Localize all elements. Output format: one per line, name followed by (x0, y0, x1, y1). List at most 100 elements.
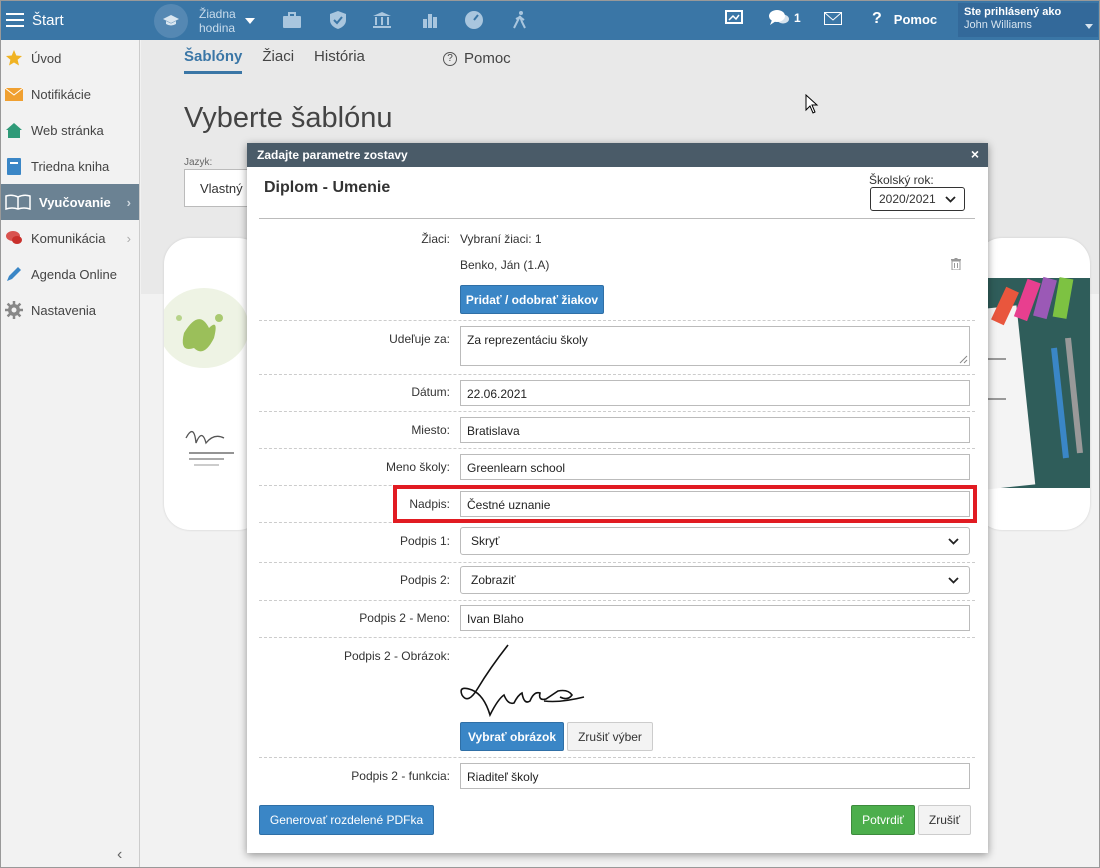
divider (259, 411, 975, 412)
cancel-button[interactable]: Zrušiť (918, 805, 971, 835)
page-title: Vyberte šablónu (184, 102, 393, 134)
messages-button[interactable]: 1 (768, 9, 801, 27)
bar-chart-icon[interactable] (418, 8, 442, 32)
briefcase-icon[interactable] (280, 8, 304, 32)
chevron-down-icon (948, 537, 959, 545)
tab-help-label: Pomoc (464, 50, 511, 67)
school-year-select[interactable]: 2020/2021 (870, 187, 965, 211)
signature-image (460, 644, 585, 718)
divider (259, 600, 975, 601)
resize-handle-icon[interactable] (959, 355, 968, 364)
top-bar: Štart Žiadna hodina 1 ? Pomoc Ste prihlá… (0, 0, 1100, 40)
divider (259, 374, 975, 375)
signature2-select[interactable]: Zobraziť (460, 566, 970, 594)
open-book-icon (5, 193, 31, 211)
sidebar-item-komunikacia[interactable]: Komunikácia › (0, 220, 139, 256)
screen-cast-icon[interactable] (724, 9, 744, 27)
date-input[interactable]: 22.06.2021 (460, 380, 970, 406)
selected-students-count: Vybraní žiaci: 1 (460, 232, 542, 246)
start-menu-button[interactable]: Štart (0, 0, 140, 40)
tab-help-link[interactable]: ? Pomoc (443, 50, 511, 67)
sidebar-item-web[interactable]: Web stránka (0, 112, 139, 148)
highlight-box (393, 485, 977, 523)
sidebar-item-triedna-kniha[interactable]: Triedna kniha (0, 148, 139, 184)
school-year-value: 2020/2021 (879, 192, 936, 206)
signature2-value: Zobraziť (471, 573, 516, 587)
chat-icon (5, 229, 23, 247)
signature1-label: Podpis 1: (399, 534, 450, 548)
lesson-line2: hodina (199, 21, 236, 35)
signature1-select[interactable]: Skryť (460, 527, 970, 555)
template-card[interactable] (976, 238, 1090, 530)
envelope-icon (5, 85, 23, 103)
lesson-selector[interactable]: Žiadna hodina (154, 4, 255, 38)
help-circle-icon: ? (443, 51, 457, 66)
signature2-function-label: Podpis 2 - funkcia: (351, 769, 450, 783)
sidebar-item-vyucovanie[interactable]: Vyučovanie › (0, 184, 139, 220)
sidebar-item-label: Notifikácie (31, 86, 91, 102)
sidebar-item-agenda-online[interactable]: Agenda Online (0, 256, 139, 292)
tab-bar: Šablóny Žiaci História (184, 48, 385, 74)
signature2-function-input[interactable]: Riaditeľ školy (460, 763, 970, 789)
tab-ziaci[interactable]: Žiaci (262, 48, 294, 71)
trash-icon[interactable] (951, 258, 961, 270)
select-image-button[interactable]: Vybrať obrázok (460, 722, 564, 751)
hamburger-icon (6, 13, 24, 27)
confirm-button[interactable]: Potvrdiť (851, 805, 915, 835)
school-year-label: Školský rok: (869, 173, 934, 187)
signature2-image-label: Podpis 2 - Obrázok: (343, 649, 450, 663)
signature2-name-label: Podpis 2 - Meno: (359, 611, 450, 625)
messages-count: 1 (794, 11, 801, 25)
lesson-line1: Žiadna (199, 7, 236, 21)
close-icon[interactable]: × (971, 146, 979, 162)
collapse-sidebar-icon[interactable]: ‹ (117, 846, 122, 864)
awarded-for-textarea[interactable]: Za reprezentáciu školy (460, 326, 970, 366)
user-name: John Williams (964, 19, 1032, 31)
chat-bubbles-icon (769, 10, 789, 25)
help-button[interactable]: ? Pomoc (872, 10, 937, 28)
students-label: Žiaci: (421, 232, 450, 246)
signature2-name-input[interactable]: Ivan Blaho (460, 605, 970, 631)
place-input[interactable]: Bratislava (460, 417, 970, 443)
language-label: Jazyk: (184, 157, 213, 168)
sidebar-item-notifikacie[interactable]: Notifikácie (0, 76, 139, 112)
walking-person-icon[interactable] (508, 8, 532, 32)
shield-icon[interactable] (326, 8, 350, 32)
mail-icon[interactable] (824, 12, 842, 25)
logged-in-label: Ste prihlásený ako (964, 6, 1062, 18)
question-mark-icon: ? (872, 10, 882, 27)
user-menu[interactable]: Ste prihlásený ako John Williams (958, 3, 1098, 37)
cancel-selection-button[interactable]: Zrušiť výber (567, 722, 653, 751)
sidebar-item-uvod[interactable]: Úvod (0, 40, 139, 76)
divider (259, 218, 975, 219)
institution-icon[interactable] (370, 8, 394, 32)
awarded-for-label: Udeľuje za: (389, 332, 450, 346)
divider (259, 320, 975, 321)
chevron-down-icon (1085, 24, 1093, 29)
sidebar-item-label: Web stránka (31, 122, 104, 138)
add-remove-students-button[interactable]: Pridať / odobrať žiakov (460, 285, 604, 314)
chevron-right-icon: › (126, 194, 131, 210)
signature2-label: Podpis 2: (399, 573, 450, 587)
book-icon (5, 157, 23, 175)
school-name-input[interactable]: Greenlearn school (460, 454, 970, 480)
dashboard-icon[interactable] (462, 8, 486, 32)
help-label: Pomoc (893, 11, 938, 27)
house-icon (5, 121, 23, 139)
tab-sablony[interactable]: Šablóny (184, 48, 243, 74)
sidebar-item-label: Komunikácia (31, 230, 106, 246)
awarded-for-value: Za reprezentáciu školy (467, 333, 588, 347)
start-label: Štart (32, 11, 64, 29)
school-name-label: Meno školy: (385, 460, 450, 474)
sidebar-item-nastavenia[interactable]: Nastavenia (0, 292, 139, 328)
generate-split-pdfs-button[interactable]: Generovať rozdelené PDFka (259, 805, 434, 835)
dialog-header: Zadajte parametre zostavy × (247, 143, 988, 167)
sidebar-item-label: Vyučovanie (39, 194, 111, 210)
mouse-cursor-icon (805, 94, 819, 114)
pen-icon (5, 265, 23, 283)
dialog-title: Diplom - Umenie (264, 179, 391, 196)
sidebar-item-label: Agenda Online (31, 266, 118, 282)
student-entry: Benko, Ján (1.A) (460, 258, 550, 272)
tab-historia[interactable]: História (314, 48, 365, 71)
chevron-right-icon: › (126, 230, 131, 246)
